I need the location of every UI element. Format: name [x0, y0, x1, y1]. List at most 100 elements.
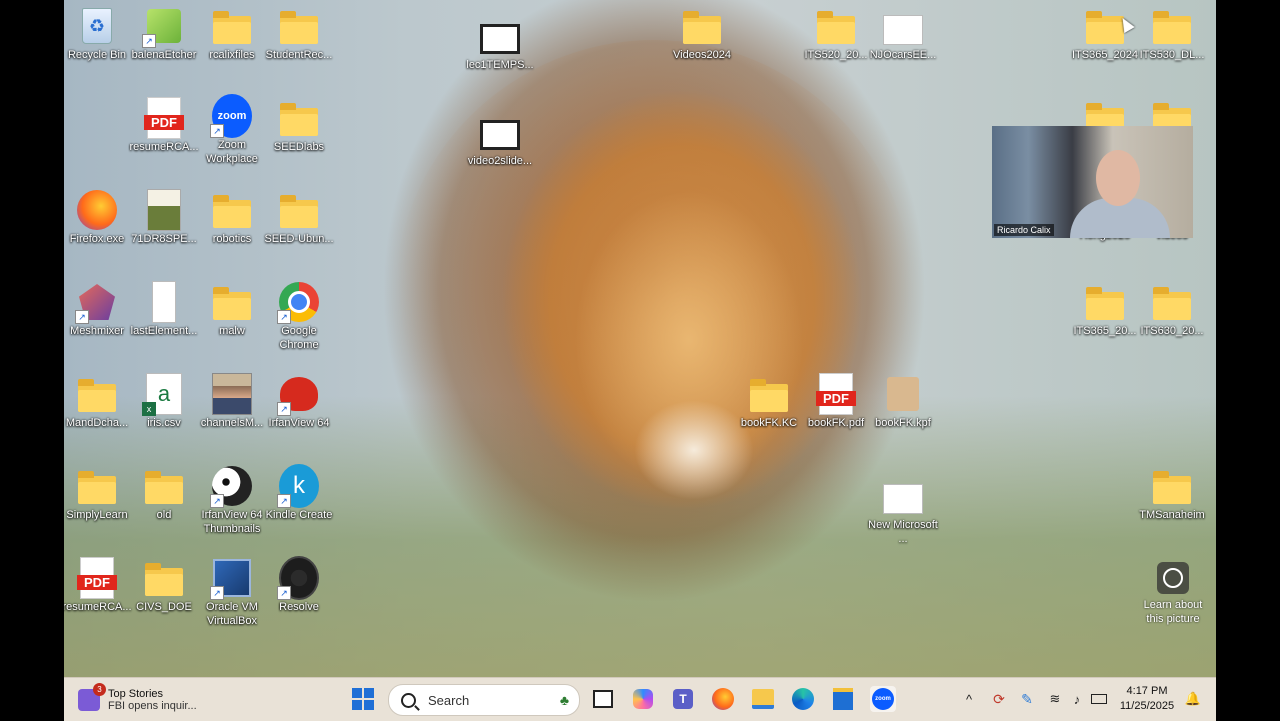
icon-label: Videos2024 — [673, 49, 731, 61]
folder-icon — [212, 190, 252, 230]
file-explorer-icon[interactable] — [750, 686, 776, 712]
shortcut-arrow-icon: ↗ — [142, 34, 156, 48]
video-file-icon — [480, 16, 520, 56]
folder-icon — [816, 6, 856, 46]
firefox-taskbar-icon[interactable] — [710, 686, 736, 712]
icon-label: Kindle Create — [265, 509, 333, 521]
folder-videos2024[interactable]: Videos2024 — [665, 6, 739, 62]
icon-label: Oracle VM VirtualBox — [206, 601, 258, 627]
task-view-icon[interactable] — [590, 686, 616, 712]
teams-icon[interactable]: T — [670, 686, 696, 712]
balena-etcher-icon[interactable]: ↗ balenaEtcher — [127, 6, 201, 62]
folder-rcalixfiles[interactable]: rcalixfiles — [195, 6, 269, 62]
zoom-workplace-icon[interactable]: zoom ↗ Zoom Workplace — [195, 94, 269, 166]
firefox-icon — [77, 190, 117, 230]
video-lec1temps[interactable]: lec1TEMPS... — [463, 16, 537, 72]
folder-its530-dl[interactable]: ITS530_DL... — [1135, 6, 1209, 62]
folder-bookfk-kc[interactable]: bookFK.KC — [732, 374, 806, 430]
recycle-bin-icon[interactable]: ♻ Recycle Bin — [64, 6, 134, 62]
show-hidden-icons-chevron-icon[interactable]: ^ — [956, 686, 982, 712]
battery-icon[interactable] — [1086, 686, 1112, 712]
folder-icon — [144, 558, 184, 598]
virtualbox-cube-icon: ↗ — [210, 558, 252, 600]
video-video2slide[interactable]: video2slide... — [463, 112, 537, 168]
folder-its520[interactable]: ITS520_20... — [799, 6, 873, 62]
icon-label: channelsM... — [200, 417, 264, 429]
folder-robotics[interactable]: robotics — [195, 190, 269, 246]
file-njocars[interactable]: NJOcarsEE... — [866, 6, 940, 62]
file-new-microsoft[interactable]: New Microsoft ... — [866, 476, 940, 546]
folder-civs-doe[interactable]: CIVS_DOE — [127, 558, 201, 614]
icon-label: iris.csv — [147, 417, 181, 429]
notifications-bell-icon[interactable]: 🔔 — [1180, 686, 1206, 712]
pdf-icon: PDF — [77, 557, 117, 599]
folder-icon — [279, 6, 319, 46]
virtualbox-icon[interactable]: ↗ Oracle VM VirtualBox — [195, 558, 269, 628]
news-widget[interactable]: 3 Top Stories FBI opens inquir... — [78, 683, 197, 716]
zoom-icon: zoom ↗ — [210, 94, 252, 138]
clock-date: 11/25/2025 — [1119, 700, 1175, 712]
irfanview-64-icon[interactable]: ↗ IrfanView 64 — [262, 374, 336, 430]
icon-label: IrfanView 64 — [268, 417, 330, 429]
excel-csv-icon: ax — [142, 373, 184, 416]
icon-label: NJOcarsEE... — [869, 49, 937, 61]
copilot-icon[interactable] — [630, 686, 656, 712]
learn-about-picture-label: Learn about this picture — [1143, 599, 1203, 625]
pdf-bookfk[interactable]: PDF bookFK.pdf — [799, 373, 873, 430]
icon-label: ITS530_DL... — [1139, 49, 1205, 61]
notification-badge: 3 — [93, 683, 106, 696]
input-indicator-icon[interactable]: ✎ — [1014, 686, 1040, 712]
folder-seed-ubuntu[interactable]: SEED-Ubun... — [262, 190, 336, 246]
file-bookfk-kpf[interactable]: bookFK.kpf — [866, 374, 940, 430]
resolve-icon[interactable]: ↗ Resolve — [262, 556, 336, 614]
pdf-icon: PDF — [144, 97, 184, 139]
book-cover-icon — [144, 189, 184, 231]
folder-its365-2024[interactable]: ITS365_2024 — [1068, 6, 1142, 62]
folder-icon — [682, 6, 722, 46]
edge-icon[interactable] — [790, 686, 816, 712]
image-71dr8spe[interactable]: 71DR8SPE... — [127, 189, 201, 246]
pdf-resume-1[interactable]: PDF resumeRCA... — [127, 97, 201, 154]
zoom-taskbar-icon[interactable]: zoom — [870, 686, 896, 712]
image-channelsm[interactable]: channelsM... — [195, 373, 269, 430]
folder-seedlabs[interactable]: SEEDlabs — [262, 98, 336, 154]
icon-label: malw — [219, 325, 245, 337]
meshmixer-icon[interactable]: ↗ Meshmixer — [64, 282, 134, 338]
icon-label: SEEDlabs — [273, 141, 325, 153]
folder-manddcha[interactable]: MandDcha... — [64, 374, 134, 430]
learn-about-picture[interactable]: Learn about this picture — [1140, 562, 1206, 626]
windows-start-icon[interactable] — [350, 686, 376, 712]
folder-icon — [77, 466, 117, 506]
icon-label: ITS630_20... — [1140, 325, 1204, 337]
pdf-icon: PDF — [816, 373, 856, 415]
news-subtitle: FBI opens inquir... — [108, 700, 197, 712]
pdf-resume-2[interactable]: PDF resumeRCA... — [64, 557, 134, 614]
folder-icon — [1152, 6, 1192, 46]
document-icon — [144, 281, 184, 323]
webcam-video-overlay[interactable]: Ricardo Calix — [992, 126, 1193, 238]
sync-icon[interactable]: ⟳ — [986, 686, 1012, 712]
icon-label: rcalixfiles — [209, 49, 255, 61]
icon-label: Meshmixer — [70, 325, 124, 337]
search-box[interactable]: Search ♣ — [388, 684, 580, 716]
folder-studentrec[interactable]: StudentRec... — [262, 6, 336, 62]
desktop[interactable]: ♻ Recycle Bin ↗ balenaEtcher rcalixfiles… — [64, 0, 1216, 720]
google-chrome-icon[interactable]: ↗ Google Chrome — [262, 282, 336, 352]
irfanview-thumbnails-icon[interactable]: ↗ IrfanView 64 Thumbnails — [195, 466, 269, 536]
camera-lens-icon — [1157, 562, 1189, 594]
folder-malw[interactable]: malw — [195, 282, 269, 338]
folder-old[interactable]: old — [127, 466, 201, 522]
kindle-create-icon[interactable]: k ↗ Kindle Create — [262, 464, 336, 522]
store-icon[interactable] — [830, 686, 856, 712]
file-lastelement[interactable]: lastElement... — [127, 281, 201, 338]
folder-its630-20[interactable]: ITS630_20... — [1135, 282, 1209, 338]
icon-label: SimplyLearn — [66, 509, 128, 521]
person-head — [1096, 150, 1140, 206]
firefox-exe-icon[interactable]: Firefox.exe — [64, 190, 134, 246]
file-iris-csv[interactable]: ax iris.csv — [127, 373, 201, 430]
folder-simplylearn[interactable]: SimplyLearn — [64, 466, 134, 522]
clock[interactable]: 4:17 PM 11/25/2025 — [1114, 684, 1180, 714]
folder-its365-20[interactable]: ITS365_20... — [1068, 282, 1142, 338]
file-tmsanaheim[interactable]: TMSanaheim — [1135, 466, 1209, 522]
icon-label: 71DR8SPE... — [131, 233, 197, 245]
